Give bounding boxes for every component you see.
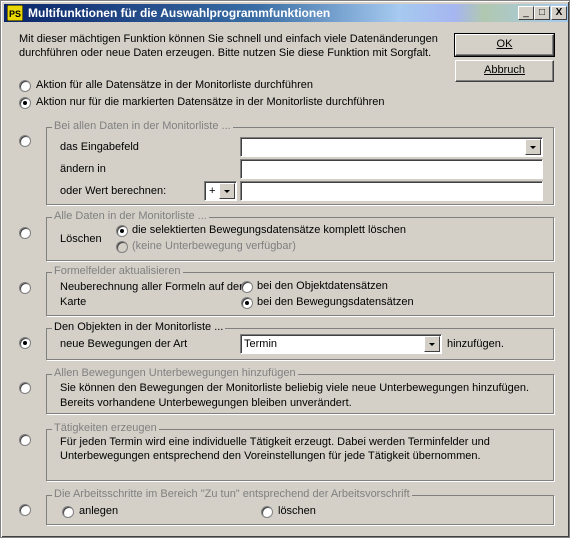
group2-title: Alle Daten in der Monitorliste ...	[52, 210, 209, 222]
group4-suffix: hinzufügen.	[447, 338, 504, 350]
change-to-input[interactable]	[240, 159, 543, 179]
group1-change-label: ändern in	[60, 163, 106, 175]
group3-label-line-2: Karte	[60, 296, 87, 308]
close-button[interactable]: X	[551, 6, 567, 20]
operator-select[interactable]: +	[204, 181, 237, 201]
title-bar[interactable]: PS Multifunktionen für die Auswahlprogra…	[4, 4, 568, 22]
group3-select-radio[interactable]	[19, 282, 31, 294]
movement-records-radio[interactable]	[241, 297, 253, 309]
object-records-label[interactable]: bei den Objektdatensätzen	[257, 280, 388, 292]
movement-type-value: Termin	[244, 338, 278, 350]
steps-delete-label[interactable]: löschen	[278, 505, 316, 517]
group1-compute-label: oder Wert berechnen:	[60, 185, 167, 197]
delete-selected-label[interactable]: die selektierten Bewegungsdatensätze kom…	[132, 224, 406, 236]
steps-delete-radio[interactable]	[261, 506, 273, 518]
intro-line-1: Mit dieser mächtigen Funktion können Sie…	[19, 33, 438, 45]
window-title: Multifunktionen für die Auswahlprogrammf…	[28, 6, 331, 20]
group4-select-radio[interactable]	[19, 337, 31, 349]
movement-type-select[interactable]: Termin	[240, 334, 442, 354]
group7-title: Die Arbeitsschritte im Bereich "Zu tun" …	[52, 488, 412, 500]
dialog-window: PS Multifunktionen für die Auswahlprogra…	[0, 0, 570, 538]
group7-select-radio[interactable]	[19, 504, 31, 516]
group5-line-2: Bereits vorhandene Unterbewegungen bleib…	[60, 397, 352, 409]
group6-line-2: Unterbewegungen entsprechend den Voreins…	[60, 450, 481, 462]
operator-value: +	[209, 185, 216, 197]
steps-create-label[interactable]: anlegen	[79, 505, 118, 517]
field-select[interactable]	[240, 137, 543, 157]
scope-all-label[interactable]: Aktion für alle Datensätze in der Monito…	[36, 79, 313, 91]
intro-line-2: durchführen oder neue Daten erzeugen. Bi…	[19, 47, 432, 59]
group5-line-1: Sie können den Bewegungen der Monitorlis…	[60, 382, 530, 394]
abbruch-button[interactable]: Abbruch	[455, 60, 554, 82]
maximize-button[interactable]: □	[534, 6, 550, 20]
steps-create-radio[interactable]	[62, 506, 74, 518]
chevron-down-icon[interactable]	[424, 336, 440, 352]
group5-select-radio[interactable]	[19, 382, 31, 394]
group2-action-label: Löschen	[60, 233, 102, 245]
group2-select-radio[interactable]	[19, 227, 31, 239]
scope-marked-radio[interactable]	[19, 97, 31, 109]
no-subrecord-radio	[116, 241, 128, 253]
group3-box: Formelfelder aktualisieren	[46, 265, 554, 316]
ok-button[interactable]: OK	[454, 33, 555, 57]
chevron-down-icon[interactable]	[219, 183, 235, 199]
abbruch-button-label: Abbruch	[484, 64, 525, 76]
delete-selected-radio[interactable]	[116, 225, 128, 237]
compute-value-input[interactable]	[240, 181, 543, 201]
group4-label: neue Bewegungen der Art	[60, 338, 188, 350]
ok-button-label: OK	[496, 38, 513, 50]
group6-select-radio[interactable]	[19, 434, 31, 446]
object-records-radio[interactable]	[241, 281, 253, 293]
group6-line-1: Für jeden Termin wird eine individuelle …	[60, 436, 490, 448]
movement-records-label[interactable]: bei den Bewegungsdatensätzen	[257, 296, 414, 308]
group4-title: Den Objekten in der Monitorliste ...	[52, 321, 226, 333]
group3-label-line-1: Neuberechnung aller Formeln auf der	[60, 281, 243, 293]
group1-title: Bei allen Daten in der Monitorliste ...	[52, 120, 233, 132]
group6-title: Tätigkeiten erzeugen	[52, 422, 159, 434]
group3-title: Formelfelder aktualisieren	[52, 265, 183, 277]
scope-all-radio[interactable]	[19, 80, 31, 92]
group1-select-radio[interactable]	[19, 135, 31, 147]
app-icon: PS	[7, 5, 23, 21]
minimize-button[interactable]: _	[518, 6, 534, 20]
svg-text:PS: PS	[9, 9, 21, 19]
scope-marked-label[interactable]: Aktion nur für die markierten Datensätze…	[36, 96, 385, 108]
group5-title: Allen Bewegungen Unterbewegungen hinzufü…	[52, 367, 298, 379]
no-subrecord-label: (keine Unterbewegung verfügbar)	[132, 240, 296, 252]
chevron-down-icon[interactable]	[525, 139, 541, 155]
group1-field-label: das Eingabefeld	[60, 141, 139, 153]
